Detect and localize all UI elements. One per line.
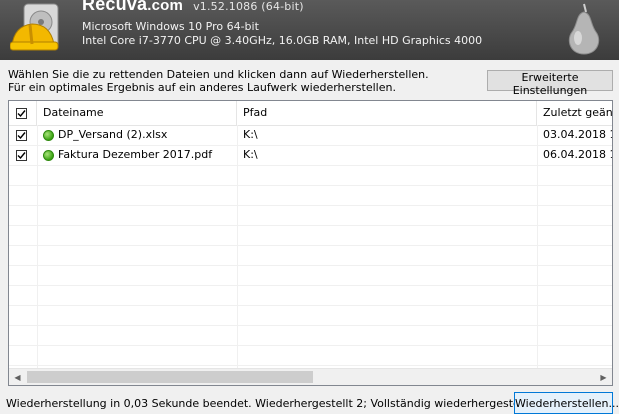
app-header: Recuva.com v1.52.1086 (64-bit) Microsoft … [0, 0, 619, 60]
app-version: v1.52.1086 (64-bit) [193, 0, 304, 13]
scroll-right-arrow-icon[interactable]: ▶ [595, 369, 612, 385]
filename-text: Faktura Dezember 2017.pdf [58, 148, 213, 161]
brand-domain: .com [147, 0, 184, 14]
table-row[interactable]: DP_Versand (2).xlsx K:\ 03.04.2018 19 [9, 125, 612, 145]
instruction-line-1: Wählen Sie die zu rettenden Dateien und … [8, 68, 429, 81]
filename-text: DP_Versand (2).xlsx [58, 128, 168, 141]
column-path[interactable]: Pfad [237, 101, 537, 125]
path-cell: K:\ [243, 128, 258, 141]
scroll-left-arrow-icon[interactable]: ◀ [9, 369, 26, 385]
row-gridline [9, 285, 612, 286]
row-gridline [9, 345, 612, 346]
column-modified[interactable]: Zuletzt geänc [537, 101, 612, 125]
row-gridline [9, 265, 612, 266]
file-list-table: Dateiname Pfad Zuletzt geänc DP_Versand … [8, 100, 613, 386]
row-gridline [9, 325, 612, 326]
status-text: Wiederherstellung in 0,03 Sekunde beende… [6, 397, 565, 410]
check-icon [17, 109, 26, 117]
state-excellent-icon [43, 129, 54, 141]
column-filename[interactable]: Dateiname [37, 101, 237, 125]
modified-cell: 03.04.2018 19 [543, 128, 612, 141]
filename-cell: Faktura Dezember 2017.pdf [37, 145, 237, 165]
app-brand: Recuva.com v1.52.1086 (64-bit) [82, 0, 304, 15]
select-all-checkbox[interactable] [16, 107, 27, 119]
table-header: Dateiname Pfad Zuletzt geänc [9, 101, 612, 126]
select-all-checkbox-header[interactable] [9, 101, 37, 125]
scrollbar-thumb[interactable] [27, 371, 313, 383]
path-cell: K:\ [243, 148, 258, 161]
check-icon [17, 131, 26, 139]
advanced-settings-button[interactable]: Erweiterte Einstellungen [487, 70, 613, 97]
state-excellent-icon [43, 149, 54, 161]
row-checkbox-cell[interactable] [9, 125, 37, 145]
piriform-pear-logo-icon [568, 3, 600, 55]
row-checkbox-cell[interactable] [9, 145, 37, 165]
modified-cell: 06.04.2018 17 [543, 148, 612, 161]
check-icon [17, 151, 26, 159]
row-gridline [9, 365, 612, 366]
horizontal-scrollbar[interactable]: ◀ ▶ [9, 368, 612, 385]
hard-drive-hardhat-logo-icon [10, 3, 59, 51]
row-gridline [9, 245, 612, 246]
filename-cell: DP_Versand (2).xlsx [37, 125, 237, 145]
row-gridline [9, 305, 612, 306]
row-gridline [9, 225, 612, 226]
os-info: Microsoft Windows 10 Pro 64-bit [82, 20, 259, 33]
recover-button[interactable]: Wiederherstellen... [514, 392, 619, 414]
row-checkbox[interactable] [16, 129, 27, 141]
hardware-info: Intel Core i7-3770 CPU @ 3.40GHz, 16.0GB… [82, 34, 483, 47]
row-gridline [9, 205, 612, 206]
brand-name: Recuva [82, 0, 148, 14]
row-gridline [9, 165, 612, 166]
instruction-line-2: Für ein optimales Ergebnis auf ein ander… [8, 81, 396, 94]
table-row[interactable]: Faktura Dezember 2017.pdf K:\ 06.04.2018… [9, 145, 612, 165]
row-checkbox[interactable] [16, 149, 27, 161]
instructions: Wählen Sie die zu rettenden Dateien und … [8, 68, 429, 94]
row-gridline [9, 185, 612, 186]
